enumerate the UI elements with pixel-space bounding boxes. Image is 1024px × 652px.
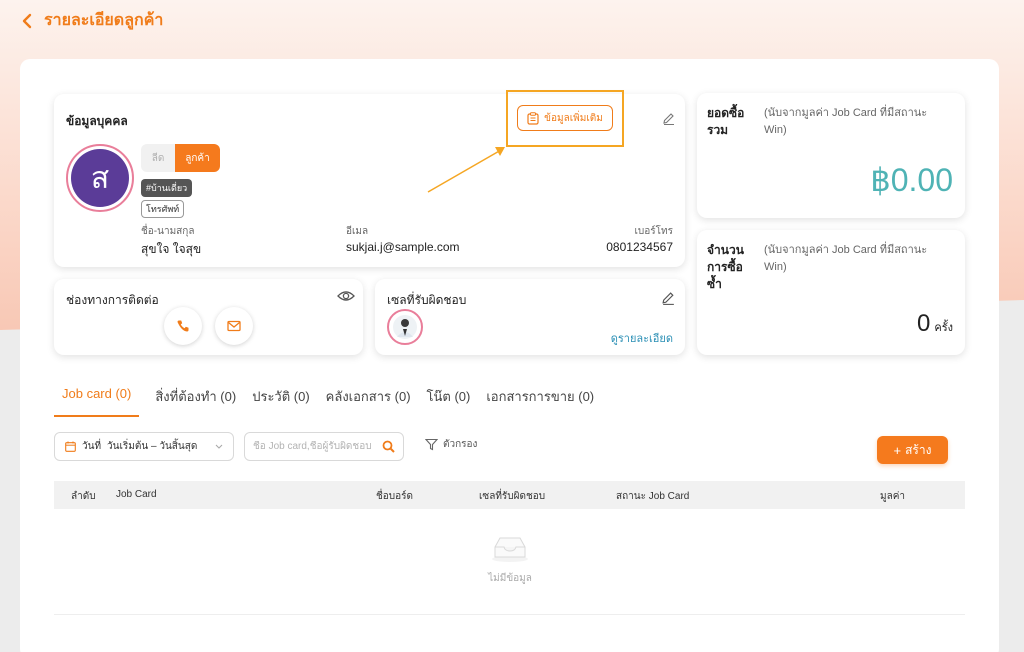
- col-board-name: ชื่อบอร์ด: [376, 491, 414, 502]
- person-icon: [393, 315, 417, 339]
- personal-info-title: ข้อมูลบุคคล: [66, 114, 128, 128]
- mail-icon: [227, 320, 241, 332]
- total-sales-note: (นับจากมูลค่า Job Card ที่มีสถานะ Win): [764, 107, 928, 136]
- table-divider: [54, 614, 965, 615]
- caret-down-icon: [215, 444, 223, 449]
- repeat-purchase-title: จำนวนการซื้อซ้ำ: [707, 243, 744, 291]
- create-label: สร้าง: [905, 442, 932, 457]
- avatar-letter: ส: [71, 149, 129, 207]
- tab-job-card[interactable]: Job card (0): [54, 384, 140, 417]
- email-button[interactable]: [215, 307, 253, 345]
- filter-label: ตัวกรอง: [443, 439, 478, 450]
- name-label: ชื่อ-นามสกุล: [141, 226, 195, 237]
- name-value: สุขใจ ใจสุข: [141, 242, 202, 256]
- repeat-purchase-note: (นับจากมูลค่า Job Card ที่มีสถานะ Win): [764, 244, 928, 273]
- empty-text: ไม่มีข้อมูล: [488, 573, 532, 584]
- calendar-icon: [65, 441, 76, 452]
- email-value: sukjai.j@sample.com: [346, 240, 460, 254]
- view-details-link[interactable]: ดูรายละเอียด: [611, 329, 673, 347]
- tab-documents[interactable]: คลังเอกสาร (0): [326, 384, 411, 417]
- tab-bar: Job card (0) สิ่งที่ต้องทำ (0) ประวัติ (…: [54, 384, 594, 417]
- arrow-annotation: [427, 147, 505, 193]
- phone-label: เบอร์โทร: [634, 226, 673, 237]
- funnel-icon: [425, 438, 438, 451]
- pencil-icon[interactable]: [662, 112, 676, 126]
- repeat-purchase-count: 0 ครั้ง: [917, 310, 953, 338]
- phone-icon: [177, 320, 189, 332]
- col-job-card: Job Card: [116, 489, 157, 500]
- col-order: ลำดับ: [71, 491, 96, 502]
- sales-rep-avatar: [387, 309, 423, 345]
- tab-history[interactable]: ประวัติ (0): [252, 384, 309, 417]
- pencil-icon[interactable]: [661, 291, 676, 306]
- avatar: ส: [66, 144, 134, 212]
- toggle-lead[interactable]: ลีด: [141, 144, 175, 172]
- date-range-filter[interactable]: วันที่ วันเริ่มต้น – วันสิ้นสุด: [54, 432, 234, 461]
- total-sales-title: ยอดซื้อรวม: [707, 106, 745, 137]
- phone-value: 0801234567: [606, 240, 673, 254]
- tag-phone: โทรศัพท์: [141, 200, 185, 218]
- empty-inbox-icon: [492, 537, 528, 562]
- contact-channels-card: ช่องทางการติดต่อ: [54, 279, 363, 355]
- col-status: สถานะ Job Card: [616, 491, 690, 502]
- tag-house: #บ้านเดี่ยว: [141, 179, 193, 197]
- table-header: ลำดับ Job Card ชื่อบอร์ด เซลที่รับผิดชอบ…: [54, 481, 965, 509]
- col-value: มูลค่า: [880, 491, 906, 502]
- empty-state: ไม่มีข้อมูล: [440, 535, 580, 586]
- chevron-left-icon[interactable]: [22, 11, 36, 31]
- col-sales-rep: เซลที่รับผิดชอบ: [479, 491, 546, 502]
- tab-notes[interactable]: โน๊ต (0): [427, 384, 471, 417]
- plus-icon: +: [893, 442, 902, 458]
- highlight-box: [506, 90, 624, 147]
- page-title: รายละเอียดลูกค้า: [44, 12, 164, 29]
- eye-icon[interactable]: [337, 289, 355, 303]
- tab-todo[interactable]: สิ่งที่ต้องทำ (0): [155, 384, 236, 417]
- date-range-value: วันเริ่มต้น – วันสิ้นสุด: [107, 441, 198, 452]
- repeat-count-value: 0: [917, 310, 931, 337]
- contact-title: ช่องทางการติดต่อ: [66, 293, 159, 307]
- date-label: วันที่: [82, 441, 102, 452]
- call-button[interactable]: [164, 307, 202, 345]
- create-button[interactable]: + สร้าง: [877, 436, 948, 464]
- email-label: อีเมล: [346, 226, 369, 237]
- repeat-count-unit: ครั้ง: [934, 322, 953, 334]
- search-field[interactable]: [244, 432, 404, 461]
- toggle-customer[interactable]: ลูกค้า: [175, 144, 220, 172]
- tab-sales-documents[interactable]: เอกสารการขาย (0): [486, 384, 594, 417]
- sales-rep-card: เซลที่รับผิดชอบ ดูรายละเอียด: [375, 279, 685, 355]
- total-sales-card: ยอดซื้อรวม (นับจากมูลค่า Job Card ที่มีส…: [697, 93, 965, 218]
- search-input[interactable]: [253, 441, 375, 452]
- sales-rep-title: เซลที่รับผิดชอบ: [387, 293, 467, 307]
- repeat-purchase-card: จำนวนการซื้อซ้ำ (นับจากมูลค่า Job Card ท…: [697, 230, 965, 355]
- total-sales-amount: ฿0.00: [870, 162, 953, 198]
- search-icon[interactable]: [382, 440, 395, 453]
- page-header: รายละเอียดลูกค้า: [22, 8, 163, 33]
- filter-button[interactable]: ตัวกรอง: [425, 437, 477, 452]
- lead-customer-toggle[interactable]: ลีด ลูกค้า: [141, 144, 220, 172]
